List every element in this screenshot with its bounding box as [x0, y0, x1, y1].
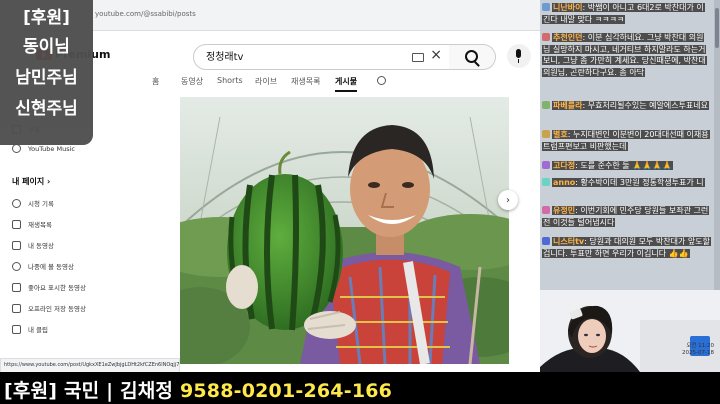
account-number: 9588-0201-264-166 [179, 380, 393, 402]
banner-prefix: [후원] 국민 | 김채정 [4, 380, 180, 402]
tab-playlists[interactable]: 재생목록 [291, 76, 320, 87]
chat-message: 고다정: 도를 준수한 둘 🙏🙏🙏🙏 [542, 160, 710, 172]
clear-icon[interactable]: × [430, 47, 442, 63]
clock-time: 오전 11:20 [686, 343, 714, 349]
keyboard-icon[interactable] [412, 53, 424, 62]
search-box[interactable]: × [193, 44, 451, 70]
chat-avatar [542, 130, 550, 138]
url-text: youtube.com/@ssabibi/posts [95, 10, 196, 18]
banner-text: [후원] 국민 | 김채정 9588-0201-264-166 [4, 376, 392, 403]
sidebar: 구독 YouTube Music 내 페이지 › 시청 기록 재생목록 내 동영… [0, 118, 140, 368]
sidebar-item-liked[interactable]: 좋아요 표시한 동영상 [12, 282, 86, 292]
chat-nick[interactable]: 니난바이 [553, 3, 582, 12]
tab-videos[interactable]: 동영상 [181, 76, 203, 87]
sidebar-item-label: 내 클립 [28, 326, 49, 334]
clock-icon [12, 261, 21, 271]
chat-nick[interactable]: 니스터tv [553, 237, 584, 246]
chat-nick[interactable]: 별호 [553, 130, 568, 139]
sidebar-item-label: 시청 기록 [28, 200, 54, 208]
donor-name: 동이님 [23, 37, 70, 57]
search-icon [465, 50, 478, 63]
chat-avatar [542, 237, 550, 245]
donation-banner: [후원] 국민 | 김채정 9588-0201-264-166 [0, 372, 720, 404]
chat-message: 파베를라: 무효처리될수있는 예알에스투표네요 [542, 100, 710, 112]
donor-name: 남민주님 [15, 68, 78, 88]
chat-avatar [542, 161, 550, 169]
donor-overlay: [후원] 동이님 남민주님 신현주님 [0, 0, 93, 145]
chat-message: 니난바이: 박쌤이 아니고 6대2로 박찬대가 이긴다 내말 맞다 ㅋㅋㅋㅋ [542, 3, 705, 24]
chat-text: 누지대변인 이분변이 20대대선때 이재용 트럼프편보고 비판했는데 [543, 130, 709, 151]
donor-header: [후원] [23, 8, 70, 28]
chat-text: 무효처리될수있는 예알에스투표네요 [587, 101, 709, 110]
channel-tabs: 홈 동영상 Shorts 라이브 재생목록 게시물 [150, 76, 540, 94]
sidebar-item-downloads[interactable]: 오프라인 저장 동영상 [12, 303, 86, 313]
chat-scrollbar[interactable] [714, 0, 720, 290]
sidebar-item-label: 재생목록 [28, 221, 52, 229]
chat-avatar [542, 101, 550, 109]
chat-message: anno: 황수박이데 3만원 정통학생투표가 니 [542, 177, 710, 189]
tab-shorts[interactable]: Shorts [217, 76, 243, 85]
sidebar-item-music[interactable]: YouTube Music [12, 144, 75, 153]
channel-search-icon[interactable] [377, 76, 386, 85]
sidebar-item-playlists[interactable]: 재생목록 [12, 219, 52, 229]
post-image[interactable] [180, 97, 509, 364]
sidebar-item-label: 내 동영상 [28, 242, 54, 250]
chat-message: 니스터tv: 당원과 대의원 모두 박찬대가 앞도할 겁니다. 투표만 하면 우… [542, 237, 711, 258]
clock-date: 2025-07-18 [682, 350, 714, 356]
chat-avatar [542, 3, 550, 11]
chat-nick[interactable]: 유정민 [553, 206, 575, 215]
download-icon [12, 303, 21, 313]
sidebar-item-history[interactable]: 시청 기록 [12, 198, 54, 208]
chat-avatar [542, 178, 550, 186]
history-icon [12, 198, 21, 208]
sidebar-item-label: 오프라인 저장 동영상 [28, 305, 86, 313]
my-page-heading[interactable]: 내 페이지 › [12, 176, 50, 187]
chat-panel: 니난바이: 박쌤이 아니고 6대2로 박찬대가 이긴다 내말 맞다 ㅋㅋㅋㅋ 추… [540, 0, 720, 290]
chat-nick[interactable]: 추천인던 [553, 33, 582, 42]
music-icon [12, 144, 21, 153]
playlist-icon [12, 219, 21, 229]
donor-name: 신현주님 [15, 99, 78, 119]
sidebar-item-clips[interactable]: 내 클립 [12, 324, 48, 334]
sidebar-item-my-videos[interactable]: 내 동영상 [12, 240, 54, 250]
scrollbar-thumb[interactable] [715, 8, 719, 48]
tab-posts[interactable]: 게시물 [335, 76, 358, 92]
streamer-cam [540, 290, 720, 372]
chevron-right-icon: › [506, 194, 510, 206]
chat-message: 별호: 누지대변인 이분변이 20대대선때 이재용 트럼프편보고 비판했는데 [542, 130, 710, 151]
stream-frame: youtube.com/@ssabibi/posts Premium × 홈 동… [0, 0, 720, 404]
webcam-feed: 오전 11:20 2025-07-18 [540, 290, 720, 372]
chat-avatar [542, 33, 550, 41]
chat-nick[interactable]: anno [553, 178, 575, 187]
thumbs-up-icon [12, 282, 21, 292]
sidebar-item-label: 좋아요 표시한 동영상 [28, 284, 86, 292]
chat-avatar [542, 206, 550, 214]
sidebar-item-watch-later[interactable]: 나중에 볼 동영상 [12, 261, 74, 271]
chat-nick[interactable]: 고다정 [553, 161, 575, 170]
chat-text: 도를 준수한 둘 🙏🙏🙏🙏 [580, 161, 672, 170]
clock: 오전 11:20 2025-07-18 [682, 343, 714, 357]
search-button[interactable] [449, 44, 496, 70]
post-photo [180, 97, 509, 364]
tab-home[interactable]: 홈 [152, 76, 159, 87]
sidebar-item-label: YouTube Music [28, 144, 75, 153]
search-input[interactable] [204, 49, 388, 62]
chat-message: 추천인던: 이분 심각하네요. 그냥 박찬대 의원님 실망하지 마시고, 네거티… [542, 33, 707, 77]
next-image-button[interactable]: › [498, 190, 518, 210]
chat-nick[interactable]: 파베를라 [553, 101, 582, 110]
chat-text: 황수박이데 3만원 정통학생투표가 니 [580, 178, 704, 187]
video-icon [12, 240, 21, 250]
link-preview-url: https://www.youtube.com/post/UgkxXE1eZwJ… [0, 358, 180, 373]
tab-live[interactable]: 라이브 [255, 76, 277, 87]
scissors-icon [12, 324, 21, 334]
chat-message: 유정민: 이번기회에 민주당 당원들 보좌관 그런전 이것들 털어냅시다 [542, 206, 710, 227]
microphone-button[interactable] [507, 44, 531, 68]
sidebar-item-label: 나중에 볼 동영상 [28, 263, 74, 271]
